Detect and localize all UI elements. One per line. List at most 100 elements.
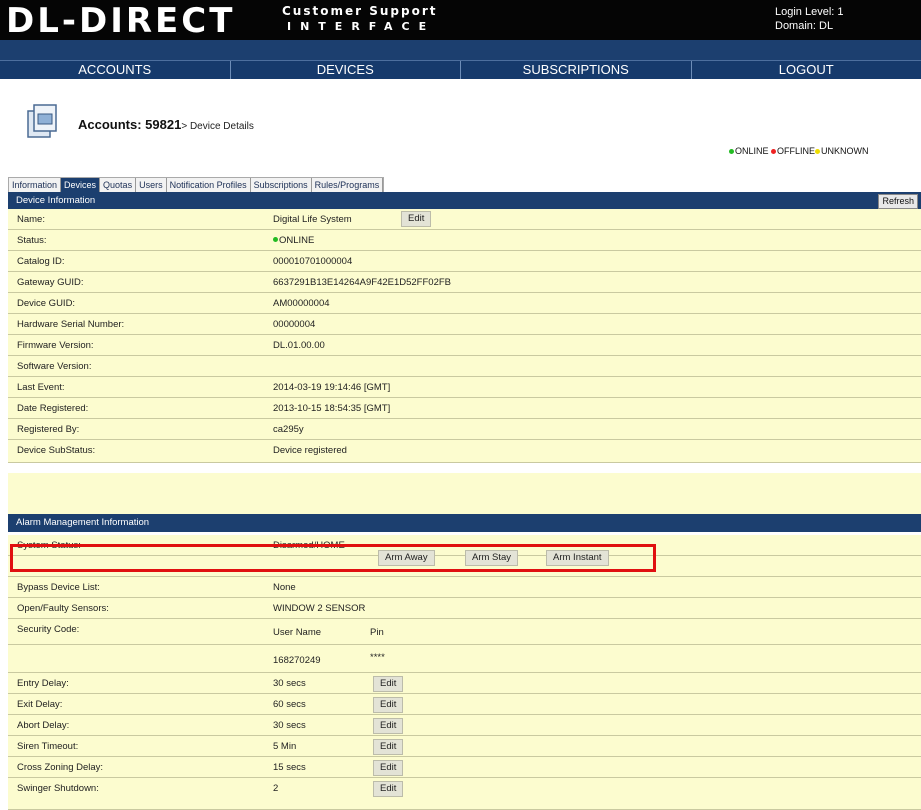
system-status-highlight-box <box>10 544 656 572</box>
faulty-sensors-value: WINDOW 2 SENSOR <box>273 603 366 614</box>
row-value: AM00000004 <box>273 298 330 309</box>
status-legend: ONLINE OFFLINE UNKNOWN <box>729 146 869 156</box>
nav-devices[interactable]: DEVICES <box>231 61 461 79</box>
row-label: Catalog ID: <box>17 256 65 267</box>
unknown-dot-icon <box>815 148 821 154</box>
row-value: Device registered <box>273 445 347 456</box>
device-document-icon <box>27 104 57 138</box>
row-label: Status: <box>17 235 47 246</box>
alarm-row-siren-timeout: Siren Timeout: 5 Min Edit <box>8 736 921 757</box>
row-value: 6637291B13E14264A9F42E1D52FF02FB <box>273 277 451 288</box>
device-info-title: Device Information <box>16 195 96 206</box>
tab-users[interactable]: Users <box>136 178 167 192</box>
tab-subscriptions[interactable]: Subscriptions <box>251 178 312 192</box>
pin-value: **** <box>370 652 385 663</box>
row-value: 30 secs <box>273 720 306 731</box>
row-value: 2013-10-15 18:54:35 [GMT] <box>273 403 391 414</box>
device-name-value: Digital Life System <box>273 214 352 225</box>
nav-subscriptions[interactable]: SUBSCRIPTIONS <box>461 61 692 79</box>
row-label: Gateway GUID: <box>17 277 84 288</box>
logo-subtitle-interface: INTERFACE <box>287 20 436 33</box>
breadcrumb: Accounts: 59821> Device Details <box>78 117 254 132</box>
row-label: Registered By: <box>17 424 80 435</box>
row-label: Last Event: <box>17 382 65 393</box>
status-value: ONLINE <box>279 235 315 246</box>
device-info-header: Device Information Refresh <box>8 192 921 209</box>
tab-quotas[interactable]: Quotas <box>100 178 137 192</box>
edit-name-button[interactable]: Edit <box>401 211 432 227</box>
row-label: Firmware Version: <box>17 340 94 351</box>
row-label: Date Registered: <box>17 403 89 414</box>
row-label: Name: <box>17 214 45 225</box>
tab-bar: Information Devices Quotas Users Notific… <box>8 177 385 192</box>
top-header: DL-DIRECT Customer Support INTERFACE Log… <box>0 0 921 40</box>
alarm-row-bypass: Bypass Device List: None <box>8 577 921 598</box>
row-label: Device GUID: <box>17 298 76 309</box>
nav-logout[interactable]: LOGOUT <box>692 61 921 79</box>
pin-header: Pin <box>370 627 384 638</box>
alarm-row-exit-delay: Exit Delay: 60 secs Edit <box>8 694 921 715</box>
row-value: 30 secs <box>273 678 306 689</box>
alarm-row-faulty: Open/Faulty Sensors: WINDOW 2 SENSOR <box>8 598 921 619</box>
bypass-value: None <box>273 582 296 593</box>
user-name-value: 168270249 <box>273 655 321 666</box>
alarm-row-swinger-shutdown: Swinger Shutdown: 2 Edit <box>8 778 921 810</box>
device-row-last-event: Last Event: 2014-03-19 19:14:46 [GMT] <box>8 377 921 398</box>
legend-online: ONLINE <box>735 146 769 156</box>
tab-notification-profiles[interactable]: Notification Profiles <box>167 178 251 192</box>
device-row-date-registered: Date Registered: 2013-10-15 18:54:35 [GM… <box>8 398 921 419</box>
device-row-status: Status: ONLINE <box>8 230 921 251</box>
tab-rules-programs[interactable]: Rules/Programs <box>312 178 384 192</box>
online-dot-icon <box>729 148 734 154</box>
row-label: Hardware Serial Number: <box>17 319 125 330</box>
row-value: 00000004 <box>273 319 316 330</box>
device-row-substatus: Device SubStatus: Device registered <box>8 440 921 463</box>
row-label: Security Code: <box>17 624 80 635</box>
device-row-serial: Hardware Serial Number: 00000004 <box>8 314 921 335</box>
row-label: Siren Timeout: <box>17 741 79 752</box>
row-label: Swinger Shutdown: <box>17 783 99 794</box>
edit-swinger-shutdown-button[interactable]: Edit <box>373 781 404 797</box>
edit-exit-delay-button[interactable]: Edit <box>373 697 404 713</box>
row-value: 15 secs <box>273 762 306 773</box>
row-label: Abort Delay: <box>17 720 70 731</box>
nav-accounts[interactable]: ACCOUNTS <box>0 61 231 79</box>
edit-abort-delay-button[interactable]: Edit <box>373 718 404 734</box>
tab-devices[interactable]: Devices <box>61 178 101 192</box>
alarm-row-security-code: Security Code: User Name Pin <box>8 619 921 645</box>
row-value: 5 Min <box>273 741 297 752</box>
row-label: Bypass Device List: <box>17 582 100 593</box>
domain-label: Domain: DL <box>775 20 834 32</box>
header-band <box>0 40 921 60</box>
login-level: Login Level: 1 <box>775 6 844 18</box>
refresh-button[interactable]: Refresh <box>878 194 918 209</box>
device-row-catalog: Catalog ID: 000010701000004 <box>8 251 921 272</box>
alarm-row-abort-delay: Abort Delay: 30 secs Edit <box>8 715 921 736</box>
row-value: 000010701000004 <box>273 256 353 267</box>
row-value: DL.01.00.00 <box>273 340 325 351</box>
row-label: Software Version: <box>17 361 92 372</box>
alarm-row-entry-delay: Entry Delay: 30 secs Edit <box>8 673 921 694</box>
device-row-device-guid: Device GUID: AM00000004 <box>8 293 921 314</box>
row-label: Entry Delay: <box>17 678 69 689</box>
breadcrumb-account[interactable]: Accounts: 59821 <box>78 117 181 132</box>
row-label: Cross Zoning Delay: <box>17 762 104 773</box>
alarm-spacer <box>8 473 921 514</box>
device-row-name: Name: Digital Life System Edit <box>8 209 921 230</box>
device-row-gateway-guid: Gateway GUID: 6637291B13E14264A9F42E1D52… <box>8 272 921 293</box>
legend-unknown: UNKNOWN <box>821 146 869 156</box>
device-row-software: Software Version: <box>8 356 921 377</box>
edit-siren-timeout-button[interactable]: Edit <box>373 739 404 755</box>
app-logo: DL-DIRECT <box>6 1 236 41</box>
section-gap <box>8 463 921 473</box>
row-value: 60 secs <box>273 699 306 710</box>
user-name-header: User Name <box>273 627 322 638</box>
edit-entry-delay-button[interactable]: Edit <box>373 676 404 692</box>
legend-offline: OFFLINE <box>777 146 816 156</box>
row-label: Open/Faulty Sensors: <box>17 603 109 614</box>
alarm-row-security-user: 168270249 **** <box>8 645 921 673</box>
row-label: Device SubStatus: <box>17 445 96 456</box>
alarm-title: Alarm Management Information <box>16 517 150 528</box>
edit-cross-zoning-button[interactable]: Edit <box>373 760 404 776</box>
tab-information[interactable]: Information <box>9 178 62 192</box>
